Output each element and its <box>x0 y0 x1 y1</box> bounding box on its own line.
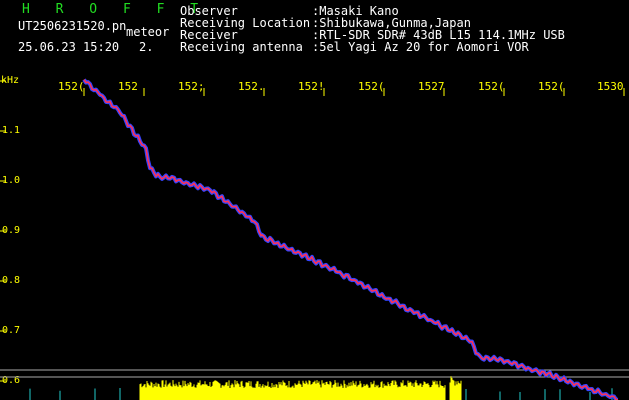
noise-band-bars <box>139 376 462 400</box>
meteor-doppler-trace <box>83 79 619 400</box>
hroft-display: H R O F F T UT2506231520.pn meteor 25.06… <box>0 0 629 400</box>
meteor-doppler-trace-edge <box>82 78 619 400</box>
noise-band <box>139 376 462 400</box>
spectrogram-plot <box>0 78 629 400</box>
time-tick-marks <box>83 88 625 96</box>
freq-tick-marks <box>0 80 6 382</box>
